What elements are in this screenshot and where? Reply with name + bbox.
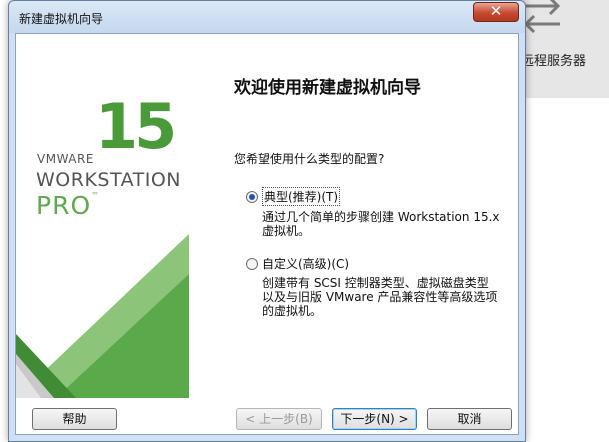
- option-custom-label[interactable]: 自定义(高级)(C): [262, 255, 349, 272]
- transfer-arrows-icon: [523, 0, 561, 34]
- back-button[interactable]: < 上一步(B): [236, 408, 322, 430]
- option-custom-description: 创建带有 SCSI 控制器类型、虚拟磁盘类型 以及与旧版 VMware 产品兼容…: [262, 276, 497, 318]
- radio-typical[interactable]: [246, 190, 258, 203]
- description-line: 以及与旧版 VMware 产品兼容性等高级选项: [262, 290, 498, 304]
- new-vm-wizard-dialog: 新建虚拟机向导 ✕ 15 VMWARE WORKSTATION PRO™ 欢迎使…: [8, 0, 526, 442]
- next-button[interactable]: 下一步(N) >: [332, 408, 417, 430]
- logo-version-number: 15: [95, 90, 177, 163]
- vmware-banner: 15 VMWARE WORKSTATION PRO™: [16, 34, 189, 398]
- logo-product: WORKSTATION: [36, 169, 181, 191]
- logo-edition-text: PRO: [36, 191, 92, 220]
- logo-trademark: ™: [91, 191, 101, 200]
- logo-edition: PRO™: [36, 191, 100, 220]
- description-line: 的虚拟机。: [262, 304, 323, 318]
- wizard-heading: 欢迎使用新建虚拟机向导: [234, 78, 421, 98]
- description-line: 虚拟机。: [262, 224, 311, 238]
- description-line: 创建带有 SCSI 控制器类型、虚拟磁盘类型: [262, 276, 489, 290]
- option-typical-label[interactable]: 典型(推荐)(T): [262, 187, 341, 206]
- cancel-button[interactable]: 取消: [427, 408, 512, 430]
- close-button[interactable]: ✕: [473, 2, 519, 22]
- dialog-client-area: 15 VMWARE WORKSTATION PRO™ 欢迎使用新建虚拟机向导 您…: [15, 33, 519, 435]
- remote-server-label[interactable]: 远程服务器: [521, 50, 586, 69]
- dialog-titlebar[interactable]: 新建虚拟机向导 ✕: [9, 1, 525, 33]
- config-question: 您希望使用什么类型的配置?: [234, 152, 385, 166]
- option-custom[interactable]: 自定义(高级)(C) 创建带有 SCSI 控制器类型、虚拟磁盘类型 以及与旧版 …: [246, 255, 497, 318]
- option-typical[interactable]: 典型(推荐)(T) 通过几个简单的步骤创建 Workstation 15.x 虚…: [246, 187, 500, 238]
- radio-custom[interactable]: [246, 257, 258, 270]
- description-line: 通过几个简单的步骤创建 Workstation 15.x: [262, 210, 500, 224]
- help-button[interactable]: 帮助: [32, 408, 117, 430]
- option-typical-description: 通过几个简单的步骤创建 Workstation 15.x 虚拟机。: [262, 210, 500, 238]
- logo-brand: VMWARE: [37, 152, 94, 166]
- dialog-title: 新建虚拟机向导: [19, 12, 104, 26]
